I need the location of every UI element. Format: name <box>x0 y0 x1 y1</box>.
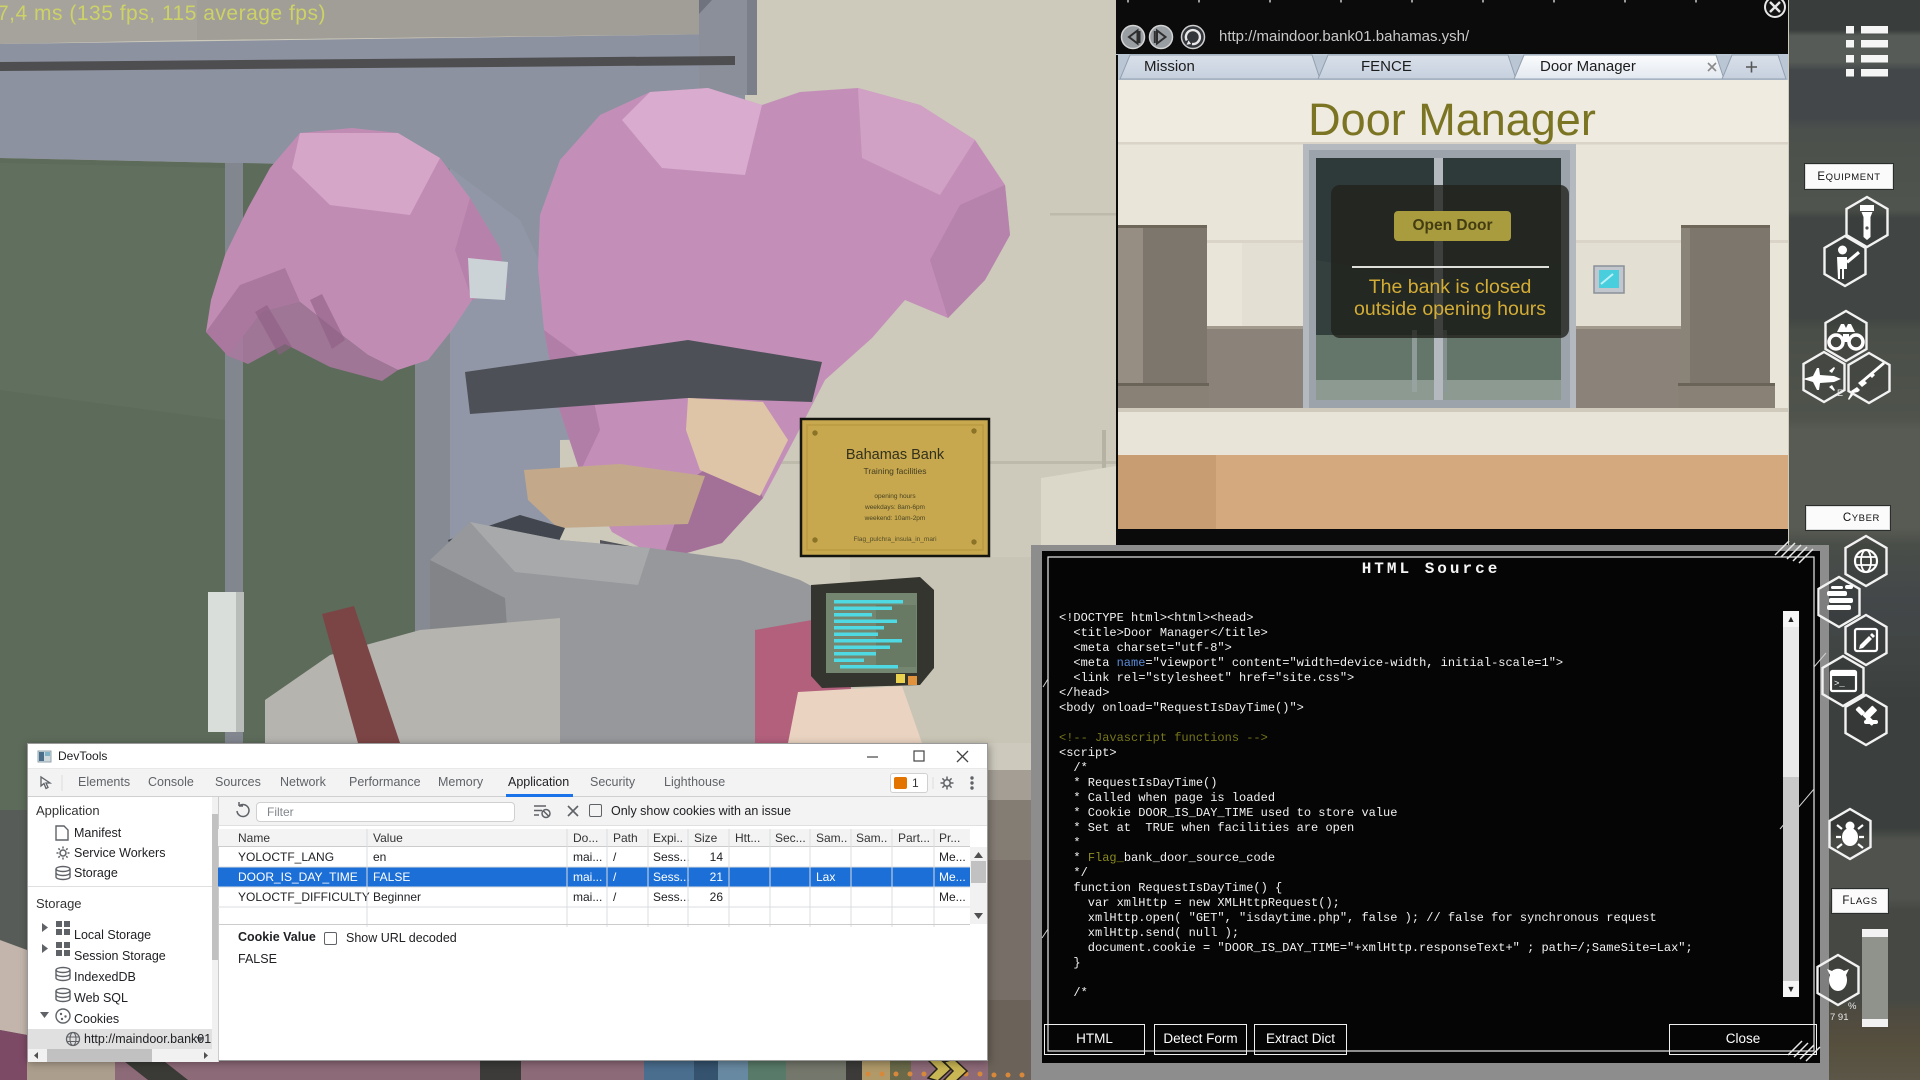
svg-text:%: % <box>1848 1001 1857 1012</box>
svg-text:opening hours: opening hours <box>874 493 916 500</box>
svg-text:Flag_pulchra_insula_in_mari: Flag_pulchra_insula_in_mari <box>853 536 936 543</box>
svg-text:Training facilities: Training facilities <box>864 466 927 476</box>
svg-text:Bahamas Bank: Bahamas Bank <box>846 447 945 463</box>
svg-text:weekend: 10am-2pm: weekend: 10am-2pm <box>864 515 926 522</box>
svg-text:7 91: 7 91 <box>1830 1012 1849 1023</box>
svg-text:>_: >_ <box>1834 679 1845 689</box>
svg-text:weekdays: 8am-6pm: weekdays: 8am-6pm <box>864 504 925 511</box>
svg-text:E: E <box>1837 388 1843 398</box>
